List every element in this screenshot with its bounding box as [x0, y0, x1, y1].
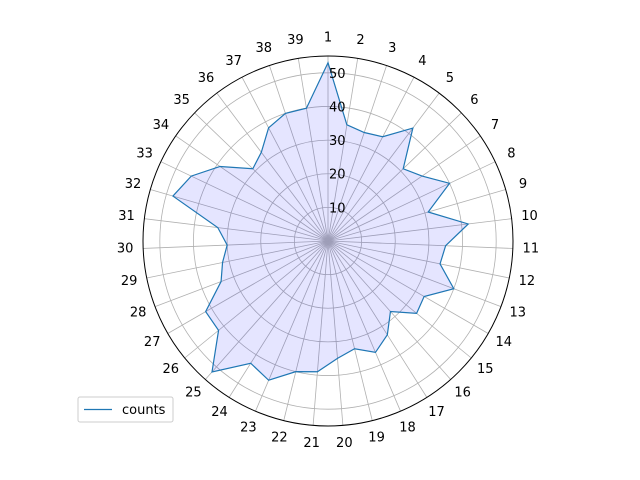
- angle-tick-label: 10: [521, 209, 538, 224]
- angle-tick-label: 1: [324, 31, 332, 46]
- angle-tick-label: 3: [388, 41, 396, 56]
- angle-tick-label: 20: [336, 436, 353, 451]
- angle-tick-label: 12: [519, 274, 536, 289]
- angle-tick-label: 17: [428, 405, 445, 420]
- angle-tick-label: 6: [470, 93, 478, 108]
- angle-tick-label: 26: [162, 362, 179, 377]
- angle-tick-label: 36: [198, 71, 215, 86]
- angle-tick-label: 25: [185, 385, 202, 400]
- angle-tick-label: 39: [287, 33, 304, 48]
- angle-tick-label: 29: [121, 274, 138, 289]
- legend: counts: [77, 396, 174, 423]
- radar-chart: 1 234567891011121314151617181920212223242…: [77, 31, 540, 451]
- angle-tick-label: 5: [446, 71, 454, 86]
- angle-tick-label: 37: [225, 54, 242, 69]
- legend-label-counts: counts: [122, 403, 166, 418]
- angle-tick-label: 9: [519, 177, 527, 192]
- angle-tick-label: 30: [117, 242, 134, 257]
- radial-tick-label: 50: [329, 67, 346, 82]
- angle-tick-label: 34: [153, 118, 170, 133]
- series-fill-counts: [172, 62, 469, 381]
- angle-tick-label: 16: [454, 385, 471, 400]
- radial-tick-label: 30: [329, 134, 346, 149]
- angle-tick-label: 27: [144, 335, 161, 350]
- angle-tick-label: 13: [510, 305, 527, 320]
- angle-tick-label: 32: [125, 177, 142, 192]
- angle-tick-label: 24: [211, 405, 228, 420]
- angle-tick-label: 14: [496, 335, 513, 350]
- angle-tick-label: 18: [399, 420, 416, 435]
- angle-tick-label: 22: [271, 431, 288, 446]
- angle-tick-label: 38: [255, 41, 272, 56]
- angle-tick-label: 23: [240, 420, 257, 435]
- angle-tick-label: 21: [303, 436, 320, 451]
- radial-tick-label: 10: [329, 201, 346, 216]
- angle-tick-label: 33: [136, 146, 153, 161]
- angle-tick-label: 19: [368, 431, 385, 446]
- angle-tick-label: 4: [418, 54, 426, 69]
- angle-tick-label: 8: [507, 146, 515, 161]
- radial-tick-label: 40: [329, 100, 346, 115]
- data-layer: [142, 55, 514, 427]
- angle-tick-label: 35: [173, 93, 190, 108]
- radial-tick-label: 20: [329, 168, 346, 183]
- angle-tick-label: 7: [491, 118, 499, 133]
- angle-tick-label: 28: [130, 305, 147, 320]
- angle-tick-label: 2: [356, 33, 364, 48]
- angle-tick-label: 15: [477, 362, 494, 377]
- angle-tick-label: 11: [523, 242, 540, 257]
- angle-tick-label: 31: [118, 209, 135, 224]
